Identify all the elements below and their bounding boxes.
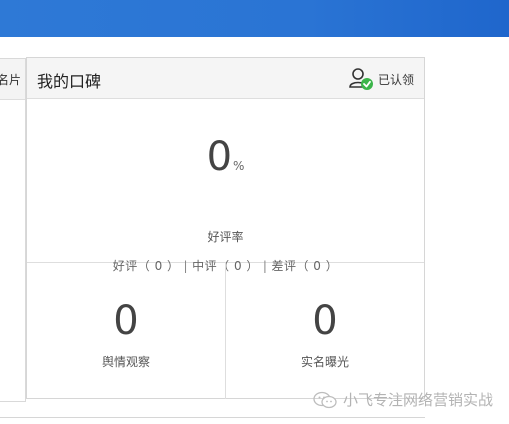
metrics-row: 0 舆情观察 0 实名曝光	[27, 263, 424, 399]
positive-rate-block: 0% 好评率 好评（ 0 ） | 中评（ 0 ） | 差评（ 0 ）	[27, 99, 424, 273]
user-verified-icon	[348, 67, 374, 91]
reputation-card-header: 我的口碑 已认领	[27, 58, 424, 99]
public-opinion-value: 0	[113, 298, 139, 344]
public-opinion-label: 舆情观察	[101, 355, 150, 369]
positive-rate-label: 好评率	[207, 230, 244, 244]
watermark: 小飞专注网络营销实战	[313, 389, 493, 410]
verified-status[interactable]: 已认领	[348, 67, 414, 91]
left-panel: 名片	[0, 58, 26, 402]
real-name-exposure-value: 0	[312, 298, 338, 344]
reputation-card: 我的口碑 已认领 0% 好评率 好评（ 0 ） | 中评（ 0 ） | 差评（ 0 ） …	[26, 57, 425, 399]
real-name-exposure-label: 实名曝光	[300, 355, 349, 369]
left-panel-tab-label[interactable]: 名片	[0, 71, 21, 88]
watermark-text: 小飞专注网络营销实战	[342, 391, 493, 409]
real-name-exposure-metric[interactable]: 0 实名曝光	[225, 263, 424, 399]
top-nav-bar	[0, 0, 509, 37]
positive-rate-number: 0	[206, 134, 233, 180]
card-title: 我的口碑	[37, 72, 102, 91]
public-opinion-metric[interactable]: 0 舆情观察	[27, 263, 225, 399]
positive-rate-value: 0%	[27, 135, 424, 188]
positive-rate-unit: %	[233, 159, 245, 173]
verified-label: 已认领	[377, 72, 414, 87]
left-panel-header: 名片	[0, 59, 25, 100]
wechat-icon	[313, 391, 337, 409]
